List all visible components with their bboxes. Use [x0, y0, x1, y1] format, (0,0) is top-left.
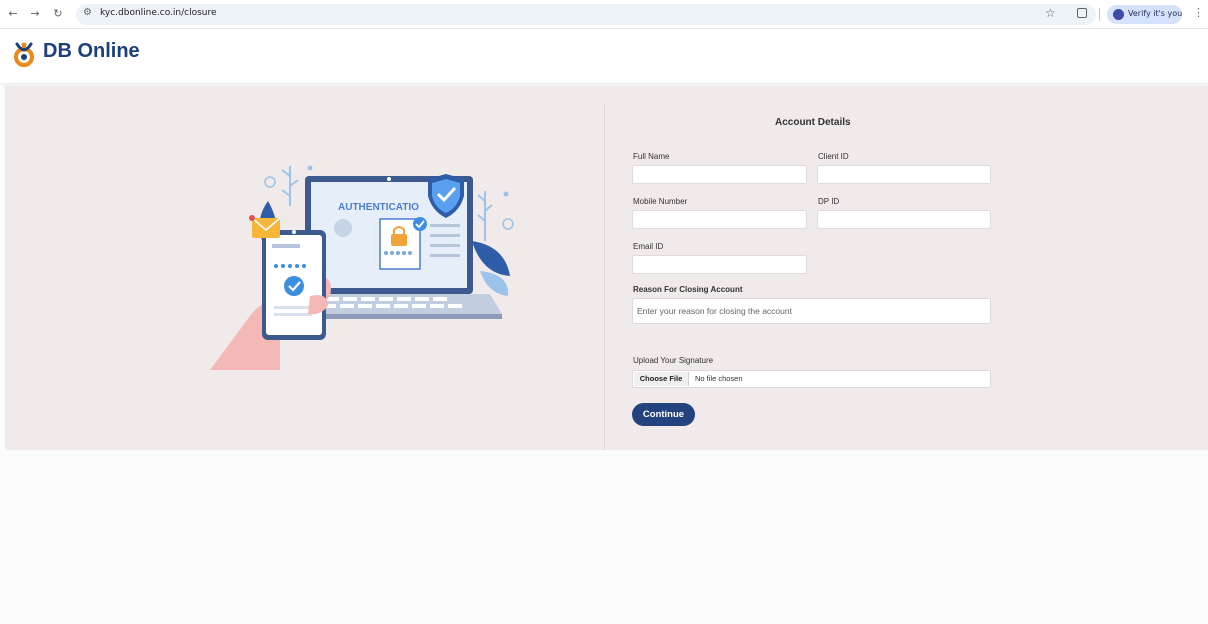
full-name-field[interactable] — [632, 165, 807, 184]
client-id-label: Client ID — [818, 152, 849, 161]
extensions-icon[interactable] — [1077, 8, 1087, 18]
forward-icon[interactable]: → — [28, 7, 42, 21]
dp-id-field[interactable] — [817, 210, 991, 229]
file-status-text: No file chosen — [695, 374, 743, 383]
closure-panel: AUTHENTICATIO Account Details Full Name … — [5, 86, 1208, 450]
choose-file-button[interactable]: Choose File — [634, 372, 689, 386]
verify-label: Verify it's you — [1128, 9, 1183, 18]
db-online-logo-icon[interactable] — [11, 40, 37, 68]
email-id-field[interactable] — [632, 255, 807, 274]
site-logo-text[interactable]: DB Online — [43, 40, 140, 63]
mobile-number-label: Mobile Number — [633, 197, 688, 206]
email-id-label: Email ID — [633, 242, 664, 251]
reason-label: Reason For Closing Account — [633, 285, 743, 294]
full-name-label: Full Name — [633, 152, 670, 161]
site-header: DB Online — [0, 29, 1208, 83]
mobile-number-field[interactable] — [632, 210, 807, 229]
address-bar[interactable]: ⚙ kyc.dbonline.co.in/closure — [76, 4, 1096, 25]
signature-label: Upload Your Signature — [633, 356, 714, 365]
panel-divider — [604, 104, 605, 450]
client-id-field[interactable] — [817, 165, 991, 184]
authentication-illustration: AUTHENTICATIO — [210, 165, 514, 370]
toolbar-divider — [1099, 8, 1100, 21]
form-title: Account Details — [775, 117, 851, 128]
signature-file-input[interactable]: Choose File No file chosen — [632, 370, 991, 388]
browser-toolbar: ← → ↻ ⚙ kyc.dbonline.co.in/closure ☆ Ver… — [0, 0, 1208, 29]
browser-menu-icon[interactable]: ⋮ — [1193, 6, 1204, 19]
bookmark-star-icon[interactable]: ☆ — [1045, 6, 1056, 20]
illustration-screen-text: AUTHENTICATIO — [338, 202, 419, 213]
url-text[interactable]: kyc.dbonline.co.in/closure — [100, 8, 217, 18]
profile-avatar-icon — [1113, 9, 1124, 20]
reload-icon[interactable]: ↻ — [51, 7, 65, 21]
site-settings-icon[interactable]: ⚙ — [83, 7, 92, 18]
reason-input[interactable]: Enter your reason for closing the accoun… — [632, 298, 991, 324]
dp-id-label: DP ID — [818, 197, 840, 206]
back-icon[interactable]: ← — [6, 7, 20, 21]
verify-profile-button[interactable]: Verify it's you — [1107, 5, 1182, 24]
continue-button[interactable]: Continue — [632, 403, 695, 426]
